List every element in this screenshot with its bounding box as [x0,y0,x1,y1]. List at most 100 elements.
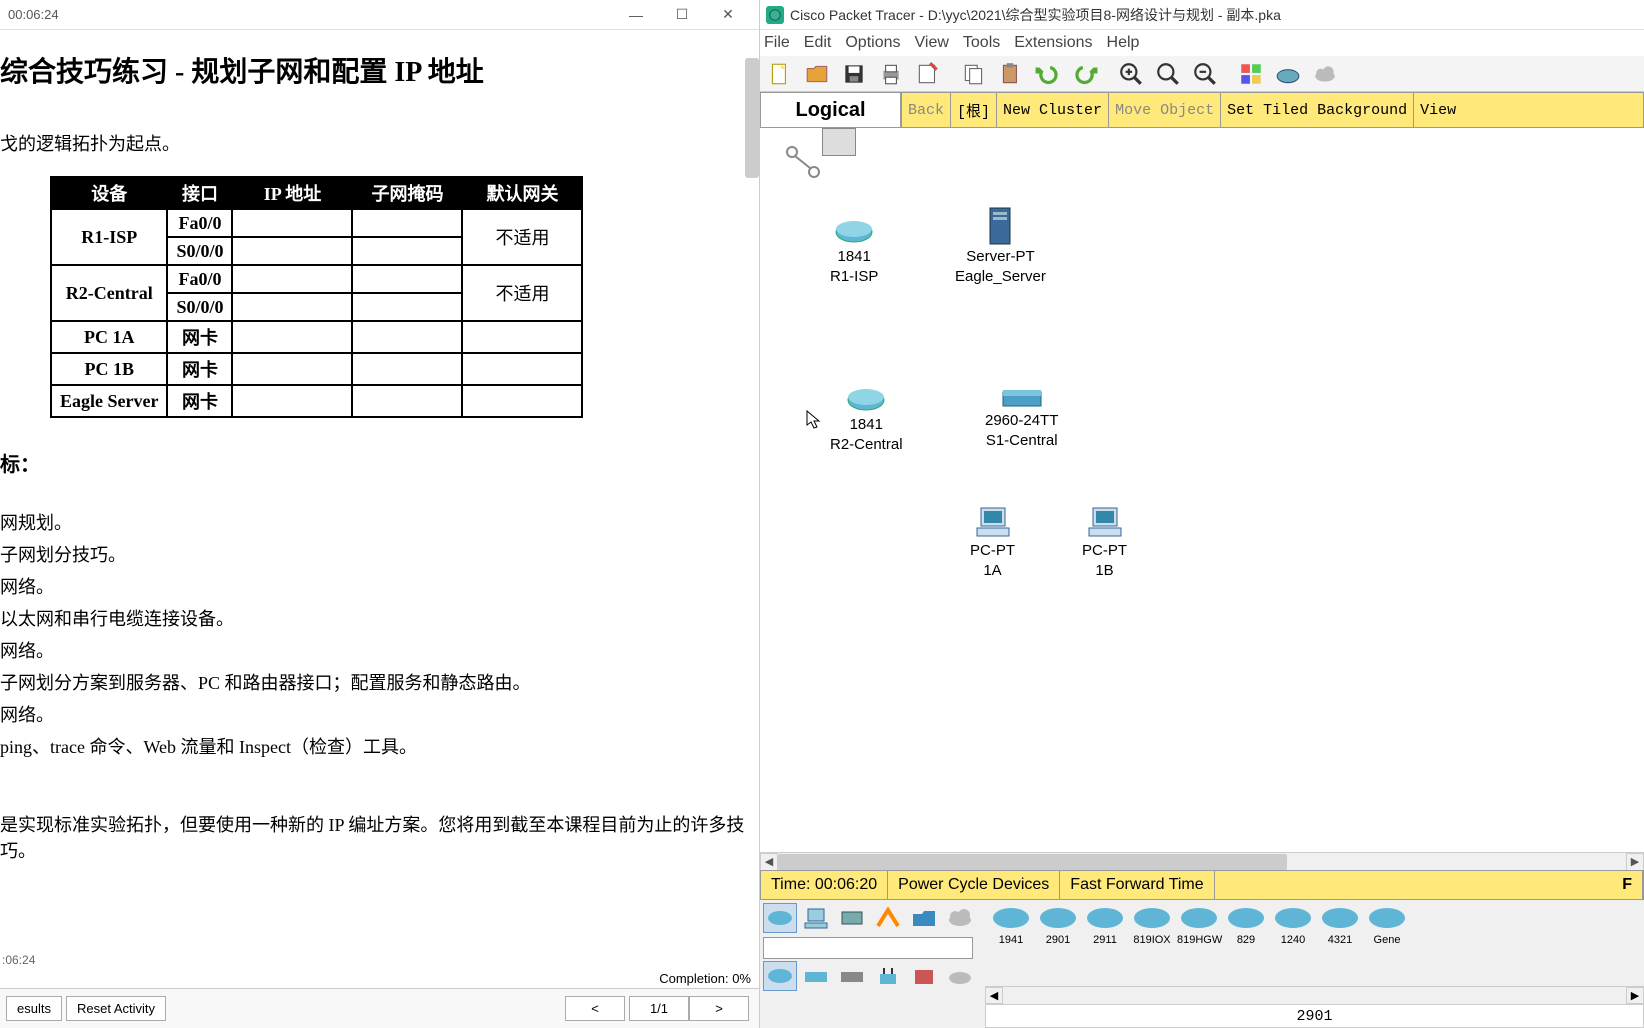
cat-multiuser-icon[interactable] [943,903,977,933]
copy-icon[interactable] [957,58,991,90]
device-list-panel: 1941 2901 2911 819IOX 819HGW 829 1240 43… [985,900,1644,1028]
reset-activity-button[interactable]: Reset Activity [66,996,166,1021]
cat-network-devices-icon[interactable] [763,903,797,933]
left-titlebar: 00:06:24 — ☐ ✕ [0,0,759,30]
instructions-bottom-bar: esults Reset Activity < 1/1 > [0,988,759,1028]
scroll-left-icon[interactable]: ◀ [760,853,778,871]
menu-options[interactable]: Options [845,34,900,52]
device-item[interactable]: 1941 [989,904,1033,947]
palette-icon[interactable] [1234,58,1268,90]
subcat-routers-icon[interactable] [763,961,797,991]
scrollbar-thumb[interactable] [745,58,759,178]
custom-devices-icon[interactable] [1271,58,1305,90]
viewport-button[interactable]: View [1413,93,1462,127]
close-button[interactable]: ✕ [705,0,751,30]
cat-components-icon[interactable] [835,903,869,933]
next-page-button[interactable]: > [689,996,749,1021]
new-cluster-button[interactable]: New Cluster [996,93,1108,127]
fast-forward-button[interactable]: Fast Forward Time [1060,871,1214,899]
device-eagle-server[interactable]: Server-PT Eagle_Server [955,206,1046,286]
bullet: 子网划分技巧。 [0,541,755,567]
back-button[interactable]: Back [901,93,950,127]
th-device: 设备 [51,177,167,209]
mouse-cursor-icon [806,410,822,430]
open-file-icon[interactable] [800,58,834,90]
device-r1-isp[interactable]: 1841 R1-ISP [830,218,878,286]
set-background-button[interactable]: Set Tiled Background [1220,93,1413,127]
cat-end-devices-icon[interactable] [799,903,833,933]
menu-extensions[interactable]: Extensions [1014,34,1092,52]
device-r2-central[interactable]: 1841 R2-Central [830,386,903,454]
subcat-wan-icon[interactable] [943,961,977,991]
completion-label: Completion: 0% [659,971,751,986]
selected-device-label: 2901 [985,1004,1644,1028]
move-object-button[interactable]: Move Object [1108,93,1220,127]
maximize-button[interactable]: ☐ [659,0,705,30]
table-row: Eagle Server 网卡 [51,385,582,417]
section-heading: 标： [0,448,755,477]
device-item[interactable]: 2911 [1083,904,1127,947]
bottom-paragraph: 是实现标准实验拓扑，但要使用一种新的 IP 编址方案。您将用到截至本课程目前为止… [0,811,755,863]
device-item[interactable]: Gene [1365,904,1409,947]
root-button[interactable]: [根] [950,93,996,127]
navigation-widget[interactable] [766,128,856,188]
app-icon [766,6,784,24]
subcat-switches-icon[interactable] [799,961,833,991]
subcat-wireless-icon[interactable] [871,961,905,991]
power-cycle-button[interactable]: Power Cycle Devices [888,871,1060,899]
prev-page-button[interactable]: < [565,996,625,1021]
redo-icon[interactable] [1068,58,1102,90]
new-file-icon[interactable] [763,58,797,90]
device-item[interactable]: 2901 [1036,904,1080,947]
device-palette: 1941 2901 2911 819IOX 819HGW 829 1240 43… [760,900,1644,1028]
menu-edit[interactable]: Edit [804,34,832,52]
cat-connections-icon[interactable] [871,903,905,933]
device-search-input[interactable] [763,937,973,959]
check-results-button[interactable]: esults [6,996,62,1021]
undo-icon[interactable] [1031,58,1065,90]
menu-help[interactable]: Help [1107,34,1140,52]
print-icon[interactable] [874,58,908,90]
device-s1-central[interactable]: 2960-24TT S1-Central [985,386,1058,450]
activity-wizard-icon[interactable] [911,58,945,90]
menu-tools[interactable]: Tools [963,34,1000,52]
paste-icon[interactable] [994,58,1028,90]
intro-paragraph: 戈的逻辑拓扑为起点。 [0,130,755,156]
zoom-reset-icon[interactable] [1151,58,1185,90]
subcat-hubs-icon[interactable] [835,961,869,991]
device-pc-1b[interactable]: PC-PT 1B [1082,506,1127,580]
device-item[interactable]: 819IOX [1130,904,1174,947]
device-item[interactable]: 819HGW [1177,904,1221,947]
scroll-right-icon[interactable]: ▶ [1626,987,1644,1004]
zoom-out-icon[interactable] [1188,58,1222,90]
device-list-scrollbar[interactable]: ◀ ▶ [985,986,1644,1004]
realtime-toggle[interactable]: F [1612,871,1643,899]
device-list[interactable]: 1941 2901 2911 819IOX 819HGW 829 1240 43… [985,900,1644,986]
device-item[interactable]: 829 [1224,904,1268,947]
device-pc-1a[interactable]: PC-PT 1A [970,506,1015,580]
bullet: 网规划。 [0,509,755,535]
zoom-in-icon[interactable] [1114,58,1148,90]
workspace-hscrollbar[interactable]: ◀ ▶ [760,852,1644,870]
timer-small: :06:24 [0,951,37,969]
cloud-icon[interactable] [1308,58,1342,90]
th-gateway: 默认网关 [462,177,582,209]
scroll-left-icon[interactable]: ◀ [985,987,1003,1004]
menu-view[interactable]: View [915,34,949,52]
device-item[interactable]: 4321 [1318,904,1362,947]
table-row: R1-ISP Fa0/0 不适用 [51,209,582,237]
menu-file[interactable]: File [764,34,790,52]
bullet: 以太网和串行电缆连接设备。 [0,605,755,631]
cat-misc-icon[interactable] [907,903,941,933]
th-interface: 接口 [167,177,232,209]
save-file-icon[interactable] [837,58,871,90]
workspace-canvas[interactable]: 1841 R1-ISP Server-PT Eagle_Server 1841 … [760,128,1644,870]
device-item[interactable]: 1240 [1271,904,1315,947]
scroll-right-icon[interactable]: ▶ [1626,853,1644,871]
main-toolbar [760,56,1644,92]
subcat-security-icon[interactable] [907,961,941,991]
instructions-content[interactable]: 综合技巧练习 - 规划子网和配置 IP 地址 戈的逻辑拓扑为起点。 设备 接口 … [0,30,759,969]
minimize-button[interactable]: — [613,0,659,30]
page-title: 综合技巧练习 - 规划子网和配置 IP 地址 [0,50,755,90]
logical-view-label[interactable]: Logical [761,93,901,127]
